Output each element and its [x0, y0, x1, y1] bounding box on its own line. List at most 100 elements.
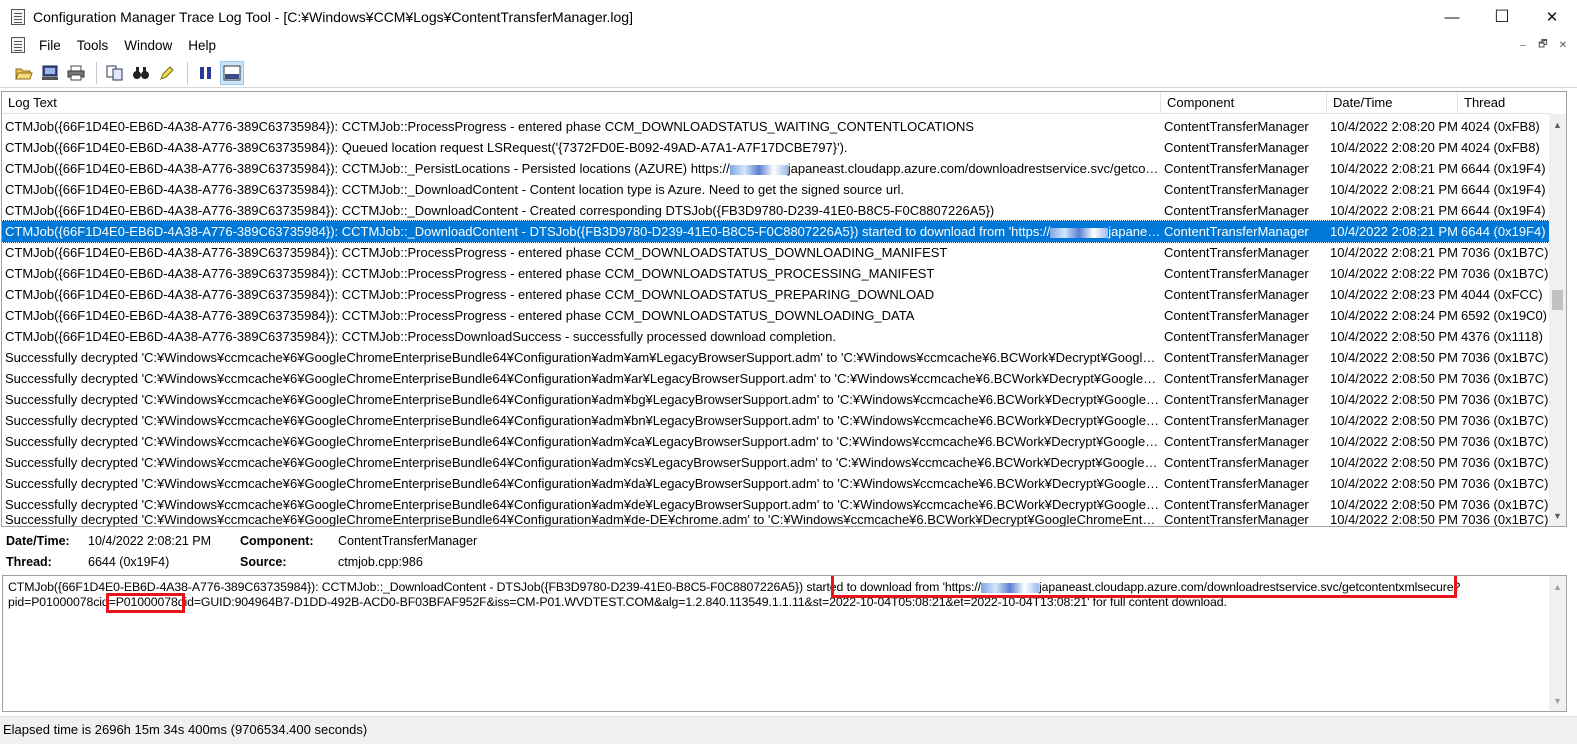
row-component: ContentTransferManager — [1164, 413, 1309, 428]
row-datetime: 10/4/2022 2:08:21 PM — [1330, 182, 1458, 197]
close-button[interactable]: ✕ — [1527, 0, 1577, 34]
menu-window[interactable]: Window — [116, 38, 180, 53]
table-row[interactable]: Successfully decrypted 'C:¥Windows¥ccmca… — [2, 452, 1551, 473]
row-datetime: 10/4/2022 2:08:50 PM — [1330, 350, 1458, 365]
row-component: ContentTransferManager — [1164, 203, 1309, 218]
log-list[interactable]: Log Text Component Date/Time Thread CTMJ… — [1, 91, 1567, 527]
table-row[interactable]: Successfully decrypted 'C:¥Windows¥ccmca… — [2, 389, 1551, 410]
component-value: ContentTransferManager — [338, 534, 478, 548]
mdi-minimize-button[interactable]: – — [1515, 38, 1531, 52]
elapsed-time-text: Elapsed time is 2696h 15m 34s 400ms (970… — [3, 722, 368, 737]
row-thread: 7036 (0x1B7C) — [1461, 497, 1549, 512]
close-icon: ✕ — [1545, 9, 1559, 26]
column-header: Log Text Component Date/Time Thread — [2, 92, 1551, 114]
table-row[interactable]: CTMJob({66F1D4E0-EB6D-4A38-A776-389C6373… — [2, 137, 1551, 158]
column-log-text[interactable]: Log Text — [2, 92, 1161, 114]
title-bar: Configuration Manager Trace Log Tool - [… — [0, 0, 1577, 34]
row-thread: 7036 (0x1B7C) — [1461, 245, 1549, 260]
table-row[interactable]: CTMJob({66F1D4E0-EB6D-4A38-A776-389C6373… — [2, 284, 1551, 305]
row-component: ContentTransferManager — [1164, 161, 1309, 176]
app-icon — [9, 8, 27, 26]
row-text: CTMJob({66F1D4E0-EB6D-4A38-A776-389C6373… — [2, 221, 1161, 242]
menu-help[interactable]: Help — [180, 38, 224, 53]
row-component: ContentTransferManager — [1164, 371, 1309, 386]
table-row[interactable]: Successfully decrypted 'C:¥Windows¥ccmca… — [2, 431, 1551, 452]
print-icon — [67, 65, 85, 80]
table-row[interactable]: Successfully decrypted 'C:¥Windows¥ccmca… — [2, 410, 1551, 431]
message-vertical-scrollbar[interactable]: ▲ ▼ — [1549, 576, 1566, 711]
open-server-icon — [42, 65, 58, 80]
row-text: Successfully decrypted 'C:¥Windows¥ccmca… — [5, 392, 1161, 407]
preview-pane-icon — [223, 65, 241, 80]
row-datetime: 10/4/2022 2:08:50 PM — [1330, 371, 1458, 386]
row-datetime: 10/4/2022 2:08:50 PM — [1330, 413, 1458, 428]
mdi-restore-button[interactable]: 🗗 — [1535, 38, 1551, 52]
log-rows: CTMJob({66F1D4E0-EB6D-4A38-A776-389C6373… — [2, 116, 1552, 526]
scroll-down-icon[interactable]: ▼ — [1549, 507, 1566, 524]
open-button[interactable] — [12, 61, 36, 85]
row-component: ContentTransferManager — [1164, 455, 1309, 470]
scroll-up-icon[interactable]: ▲ — [1549, 578, 1566, 595]
row-text: CTMJob({66F1D4E0-EB6D-4A38-A776-389C6373… — [5, 203, 995, 218]
row-component: ContentTransferManager — [1164, 245, 1309, 260]
table-row[interactable]: CTMJob({66F1D4E0-EB6D-4A38-A776-389C6373… — [2, 263, 1551, 284]
log-vertical-scrollbar[interactable]: ▲ ▼ — [1549, 114, 1566, 526]
row-component: ContentTransferManager — [1164, 515, 1309, 526]
column-component[interactable]: Component — [1161, 92, 1327, 114]
copy-button[interactable] — [103, 61, 127, 85]
thread-label: Thread: — [6, 555, 52, 569]
mdi-close-button[interactable]: ✕ — [1555, 38, 1571, 52]
table-row[interactable]: CTMJob({66F1D4E0-EB6D-4A38-A776-389C6373… — [2, 116, 1551, 137]
column-date-time[interactable]: Date/Time — [1327, 92, 1458, 114]
open-icon — [15, 68, 33, 79]
row-text: Successfully decrypted 'C:¥Windows¥ccmca… — [5, 497, 1161, 512]
message-text-box[interactable]: CTMJob({66F1D4E0-EB6D-4A38-A776-389C6373… — [2, 575, 1567, 712]
table-row-selected[interactable]: CTMJob({66F1D4E0-EB6D-4A38-A776-389C6373… — [2, 220, 1552, 243]
row-thread: 7036 (0x1B7C) — [1461, 455, 1549, 470]
row-datetime: 10/4/2022 2:08:24 PM — [1330, 308, 1458, 323]
row-text: CTMJob({66F1D4E0-EB6D-4A38-A776-389C6373… — [5, 119, 975, 134]
scroll-up-icon[interactable]: ▲ — [1549, 116, 1566, 133]
table-row[interactable]: Successfully decrypted 'C:¥Windows¥ccmca… — [2, 473, 1551, 494]
scroll-down-icon[interactable]: ▼ — [1549, 692, 1566, 709]
table-row[interactable]: Successfully decrypted 'C:¥Windows¥ccmca… — [2, 368, 1551, 389]
status-bar: Elapsed time is 2696h 15m 34s 400ms (970… — [0, 716, 1577, 744]
row-datetime: 10/4/2022 2:08:23 PM — [1330, 287, 1458, 302]
table-row[interactable]: Successfully decrypted 'C:¥Windows¥ccmca… — [2, 515, 1551, 526]
document-icon[interactable] — [9, 36, 27, 54]
maximize-button[interactable]: ☐ — [1477, 0, 1527, 34]
component-label: Component: — [240, 534, 314, 548]
table-row[interactable]: CTMJob({66F1D4E0-EB6D-4A38-A776-389C6373… — [2, 326, 1551, 347]
find-button[interactable] — [129, 61, 153, 85]
table-row[interactable]: CTMJob({66F1D4E0-EB6D-4A38-A776-389C6373… — [2, 179, 1551, 200]
column-thread[interactable]: Thread — [1458, 92, 1551, 114]
print-button[interactable] — [64, 61, 88, 85]
pause-button[interactable] — [194, 61, 218, 85]
row-thread: 7036 (0x1B7C) — [1461, 350, 1549, 365]
row-thread: 4024 (0xFB8) — [1461, 119, 1540, 134]
row-component: ContentTransferManager — [1164, 476, 1309, 491]
minimize-icon: — — [1444, 8, 1460, 26]
menu-file[interactable]: File — [31, 38, 69, 53]
row-thread: 7036 (0x1B7C) — [1461, 266, 1549, 281]
table-row[interactable]: CTMJob({66F1D4E0-EB6D-4A38-A776-389C6373… — [2, 242, 1551, 263]
row-datetime: 10/4/2022 2:08:50 PM — [1330, 455, 1458, 470]
row-text-part: japaneast.cloudapp.azure.com/downloadres… — [787, 161, 1161, 176]
minimize-button[interactable]: — — [1427, 0, 1477, 34]
preview-pane-button[interactable] — [220, 60, 244, 85]
highlight-button[interactable] — [155, 61, 179, 85]
window-title: Configuration Manager Trace Log Tool - [… — [33, 9, 633, 25]
table-row[interactable]: CTMJob({66F1D4E0-EB6D-4A38-A776-389C6373… — [2, 305, 1551, 326]
table-row[interactable]: CTMJob({66F1D4E0-EB6D-4A38-A776-389C6373… — [2, 200, 1551, 221]
table-row[interactable]: Successfully decrypted 'C:¥Windows¥ccmca… — [2, 347, 1551, 368]
row-thread: 7036 (0x1B7C) — [1461, 413, 1549, 428]
open-server-button[interactable] — [38, 61, 62, 85]
menu-tools[interactable]: Tools — [69, 38, 117, 53]
table-row[interactable]: Successfully decrypted 'C:¥Windows¥ccmca… — [2, 494, 1551, 515]
table-row[interactable]: CTMJob({66F1D4E0-EB6D-4A38-A776-389C6373… — [2, 158, 1551, 179]
row-datetime: 10/4/2022 2:08:50 PM — [1330, 476, 1458, 491]
scroll-thumb[interactable] — [1552, 290, 1563, 310]
row-thread: 6644 (0x19F4) — [1461, 182, 1546, 197]
row-datetime: 10/4/2022 2:08:21 PM — [1330, 224, 1458, 239]
url-highlight-box — [831, 576, 1457, 598]
